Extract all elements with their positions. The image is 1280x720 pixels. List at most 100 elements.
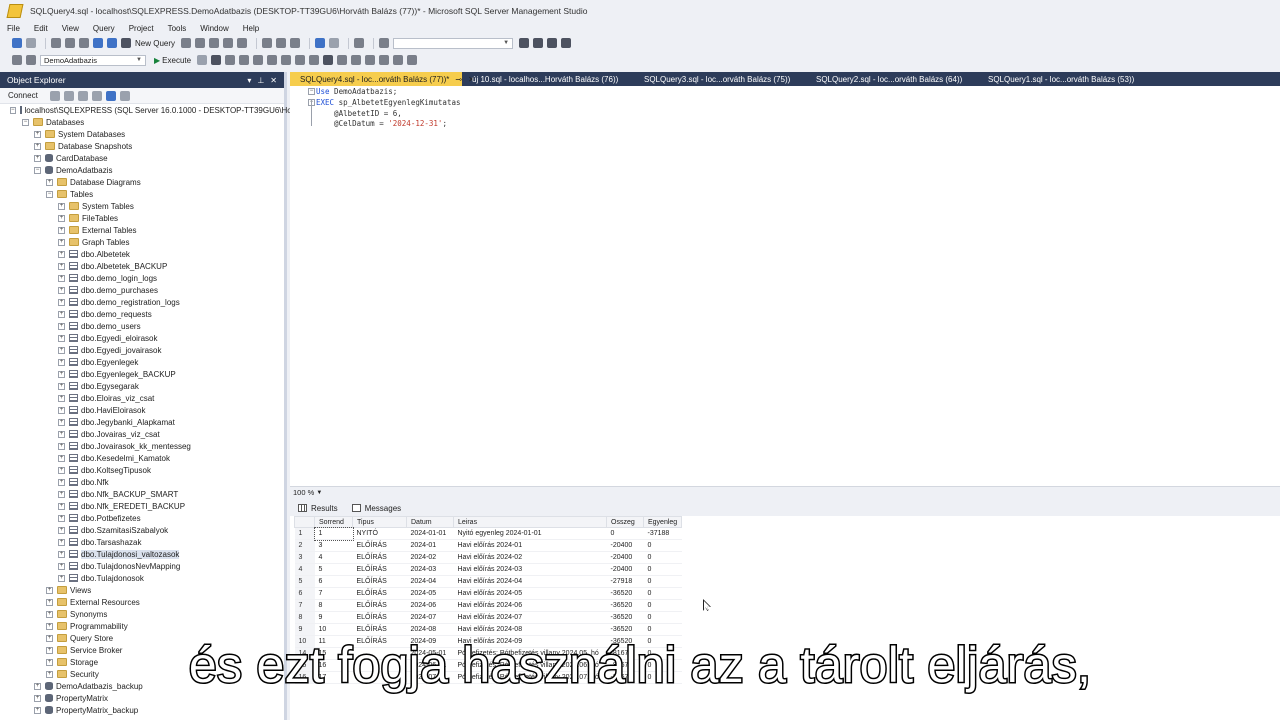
tree-node[interactable]: + dbo.demo_login_logs bbox=[0, 272, 284, 284]
tree-node[interactable]: − DemoAdatbazis bbox=[0, 164, 284, 176]
tree-node[interactable]: + dbo.Nfk bbox=[0, 476, 284, 488]
properties-icon[interactable] bbox=[519, 38, 530, 48]
tree-node[interactable]: + dbo.Jegybanki_Alapkamat bbox=[0, 416, 284, 428]
expand-toggle[interactable]: + bbox=[58, 538, 65, 546]
tree-node[interactable]: + CardDatabase bbox=[0, 152, 284, 164]
table-row[interactable]: 1 1 NYITÓ 2024-01-01 Nyitó egyenleg 2024-01-… bbox=[294, 526, 682, 541]
results-file-icon[interactable] bbox=[337, 55, 348, 65]
tree-node[interactable]: + Synonyms bbox=[0, 608, 284, 620]
grid-cell[interactable]: 2024-01-01 bbox=[406, 527, 454, 540]
specify-values-icon[interactable] bbox=[407, 55, 418, 65]
expand-toggle[interactable]: + bbox=[58, 310, 65, 318]
menu-query[interactable]: Query bbox=[93, 24, 115, 33]
menu-project[interactable]: Project bbox=[129, 24, 154, 33]
table-row[interactable]: 9 10 ELŐÍRÁS 2024-08 Havi előírás 2024-08 -36… bbox=[294, 623, 682, 636]
grid-cell[interactable]: 6 bbox=[314, 575, 353, 588]
tree-node[interactable]: + dbo.Nfk_BACKUP_SMART bbox=[0, 488, 284, 500]
tree-node[interactable]: + dbo.Tulajdonosi_valtozasok bbox=[0, 548, 284, 560]
grid-cell[interactable]: 5 bbox=[314, 563, 353, 576]
expand-toggle[interactable]: + bbox=[46, 610, 53, 618]
tree-node[interactable]: + dbo.Egyenlegek bbox=[0, 356, 284, 368]
results-text-icon[interactable] bbox=[309, 55, 320, 65]
tree-node[interactable]: − Databases bbox=[0, 116, 284, 128]
table-row[interactable]: 2 3 ELŐÍRÁS 2024-01 Havi előírás 2024-01 -204… bbox=[294, 539, 682, 552]
database-select[interactable]: DemoAdatbazis ▼ bbox=[40, 54, 146, 66]
expand-toggle[interactable]: + bbox=[58, 454, 65, 462]
grid-cell[interactable]: Havi előírás 2024-04 bbox=[453, 575, 607, 588]
tree-node[interactable]: + dbo.SzamitasiSzabalyok bbox=[0, 524, 284, 536]
tree-node[interactable]: + dbo.Albetetek bbox=[0, 248, 284, 260]
copy-icon[interactable] bbox=[276, 38, 287, 48]
grid-cell[interactable]: 2024-03 bbox=[406, 563, 454, 576]
new-query-button[interactable]: New Query bbox=[135, 39, 175, 48]
grid-cell[interactable]: ELŐÍRÁS bbox=[352, 599, 407, 612]
grid-cell[interactable]: 9 bbox=[314, 611, 353, 624]
undo-icon[interactable] bbox=[315, 38, 326, 48]
intellisense-icon[interactable] bbox=[253, 55, 264, 65]
expand-toggle[interactable]: + bbox=[58, 298, 65, 306]
filter-icon[interactable] bbox=[91, 90, 102, 101]
tree-node[interactable]: + dbo.Nfk_EREDETI_BACKUP bbox=[0, 500, 284, 512]
grid-cell[interactable]: Havi előírás 2024-05 bbox=[453, 587, 607, 600]
expand-toggle[interactable]: + bbox=[58, 430, 65, 438]
save-icon[interactable] bbox=[93, 38, 103, 48]
table-row[interactable]: 4 5 ELŐÍRÁS 2024-03 Havi előírás 2024-03 -204… bbox=[294, 563, 682, 576]
table-row[interactable]: 7 8 ELŐÍRÁS 2024-06 Havi előírás 2024-06 -365… bbox=[294, 599, 682, 612]
grid-cell[interactable]: 2024-01 bbox=[406, 539, 454, 552]
grid-cell[interactable]: 0 bbox=[643, 623, 682, 636]
grid-cell[interactable]: -36520 bbox=[606, 587, 644, 600]
expand-toggle[interactable]: + bbox=[58, 478, 65, 486]
collapse-toggle[interactable]: − bbox=[34, 166, 41, 174]
expand-toggle[interactable]: + bbox=[58, 442, 65, 450]
collapse-toggle[interactable]: − bbox=[46, 190, 53, 198]
zoom-select[interactable]: 100 % ▼ bbox=[293, 488, 322, 497]
grid-cell[interactable]: -20400 bbox=[606, 539, 644, 552]
back-icon[interactable] bbox=[12, 38, 22, 48]
toolbox-icon[interactable] bbox=[547, 38, 558, 48]
table-row[interactable]: 6 7 ELŐÍRÁS 2024-05 Havi előírás 2024-05 -365… bbox=[294, 587, 682, 600]
live-stats-icon[interactable] bbox=[281, 55, 292, 65]
db-engine-query-icon[interactable] bbox=[181, 38, 192, 48]
collapse-toggle[interactable]: − bbox=[22, 118, 29, 126]
tree-node[interactable]: + System Databases bbox=[0, 128, 284, 140]
grid-cell[interactable]: -36520 bbox=[606, 623, 644, 636]
tree-node[interactable]: + dbo.Egyenlegek_BACKUP bbox=[0, 368, 284, 380]
tree-node[interactable]: + dbo.Egysegarak bbox=[0, 380, 284, 392]
expand-toggle[interactable]: + bbox=[58, 466, 65, 474]
grid-cell[interactable]: 4 bbox=[314, 551, 353, 564]
dropdown-icon[interactable]: ▾ bbox=[247, 76, 251, 85]
grid-cell[interactable]: 3 bbox=[314, 539, 353, 552]
forward-icon[interactable] bbox=[26, 38, 36, 48]
expand-toggle[interactable]: + bbox=[58, 574, 65, 582]
cancel-query-icon[interactable] bbox=[197, 55, 208, 65]
tab-document[interactable]: SQLQuery2.sql - loc...orváth Balázs (64)… bbox=[806, 72, 978, 86]
grid-cell[interactable]: 2024-02 bbox=[406, 551, 454, 564]
change-connection-icon[interactable] bbox=[26, 55, 36, 65]
expand-toggle[interactable]: + bbox=[58, 370, 65, 378]
expand-toggle[interactable]: + bbox=[58, 322, 65, 330]
grid-cell[interactable]: 8 bbox=[314, 599, 353, 612]
tab-document[interactable]: SQLQuery3.sql - loc...orváth Balázs (75)… bbox=[634, 72, 806, 86]
menu-file[interactable]: File bbox=[7, 24, 20, 33]
grid-cell[interactable]: 0 bbox=[643, 611, 682, 624]
tree-node[interactable]: + dbo.Kesedelmi_Kamatok bbox=[0, 452, 284, 464]
tree-node[interactable]: + Views bbox=[0, 584, 284, 596]
grid-cell[interactable]: Havi előírás 2024-03 bbox=[453, 563, 607, 576]
expand-toggle[interactable]: + bbox=[58, 214, 65, 222]
tree-node[interactable]: + FileTables bbox=[0, 212, 284, 224]
expand-toggle[interactable]: + bbox=[58, 526, 65, 534]
tree-node[interactable]: + dbo.Egyedi_eloirasok bbox=[0, 332, 284, 344]
tree-node[interactable]: + dbo.Tarsashazak bbox=[0, 536, 284, 548]
tab-document[interactable]: SQLQuery1.sql - loc...orváth Balázs (53)… bbox=[978, 72, 1150, 86]
expand-toggle[interactable]: + bbox=[58, 382, 65, 390]
tree-node[interactable]: − Tables bbox=[0, 188, 284, 200]
mdx-query-icon[interactable] bbox=[209, 38, 220, 48]
grid-cell[interactable]: 0 bbox=[643, 539, 682, 552]
grid-cell[interactable]: -36520 bbox=[606, 611, 644, 624]
grid-cell[interactable]: ELŐÍRÁS bbox=[352, 563, 407, 576]
grid-cell[interactable]: -20400 bbox=[606, 551, 644, 564]
new-project-icon[interactable] bbox=[51, 38, 61, 48]
grid-cell[interactable]: ELŐÍRÁS bbox=[352, 587, 407, 600]
expand-toggle[interactable]: + bbox=[34, 130, 41, 138]
expand-toggle[interactable]: + bbox=[58, 502, 65, 510]
